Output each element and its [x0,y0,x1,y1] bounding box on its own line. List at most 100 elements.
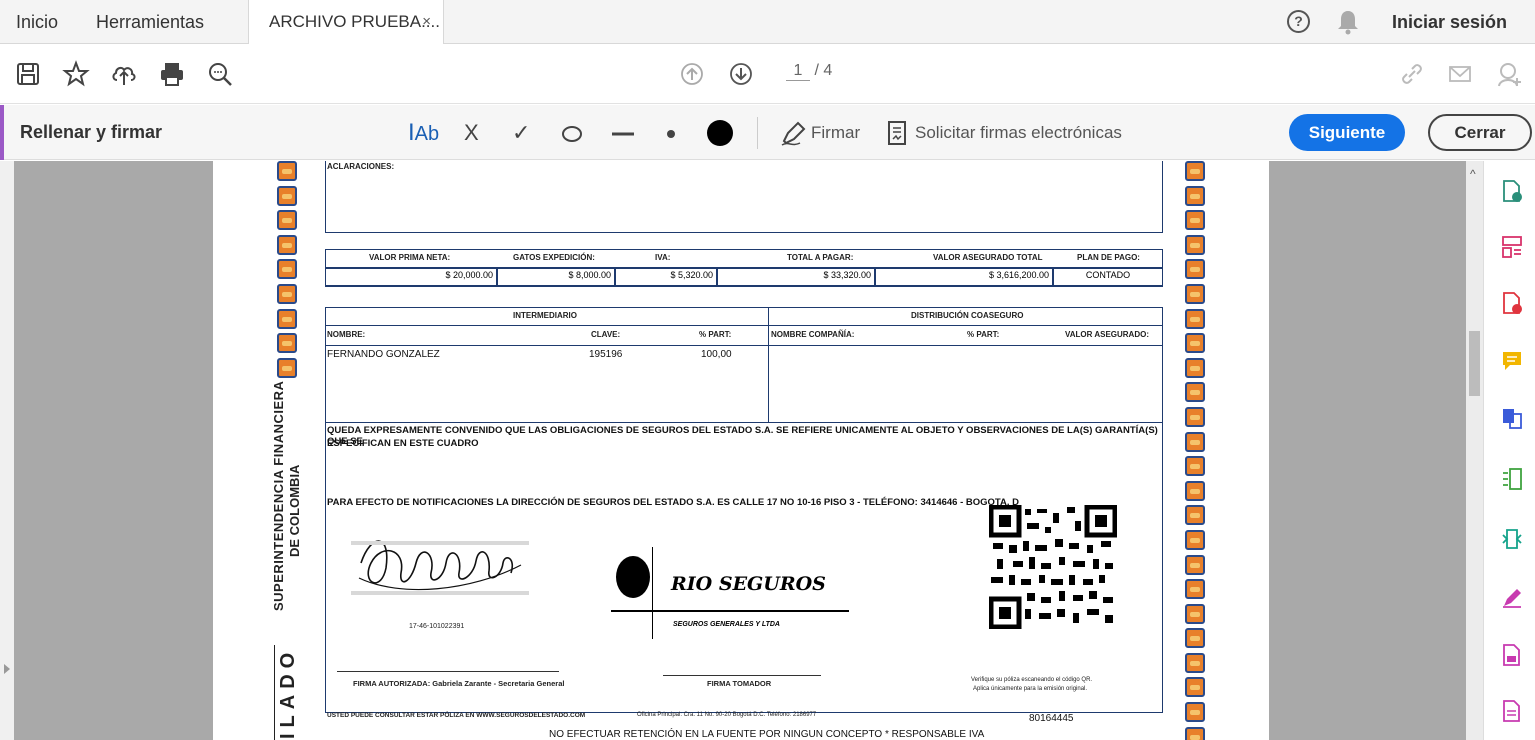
tab-document[interactable]: ARCHIVO PRUEBA.... × [248,0,444,45]
value-gastos: $ 8,000.00 [497,268,615,286]
small-dot-tool-icon[interactable] [664,119,678,147]
email-icon[interactable] [1446,60,1474,88]
add-user-icon[interactable] [1495,60,1523,88]
logo-horizontal-line [611,610,849,612]
scroll-up-icon[interactable]: ^ [1470,167,1476,181]
upload-cloud-icon[interactable] [110,60,138,88]
request-signatures-button[interactable]: Solicitar firmas electrónicas [915,105,1122,160]
previous-page-icon[interactable] [678,60,706,88]
save-icon[interactable] [14,60,42,88]
close-tab-icon[interactable]: × [422,0,431,44]
value-iva: $ 5,320.00 [615,268,717,286]
authorized-signature-line [337,671,559,672]
compress-pdf-icon[interactable] [1501,467,1523,491]
right-seal-strip [1185,161,1205,740]
tab-tools[interactable]: Herramientas [96,0,204,44]
export-pdf-icon[interactable] [1501,179,1523,203]
clave-label: CLAVE: [591,330,621,339]
footer-retention-note: NO EFECTUAR RETENCIÓN EN LA FUENTE POR N… [549,729,985,740]
more-tools-icon[interactable] [1501,699,1523,723]
combine-files-icon[interactable] [1501,407,1523,431]
zoom-icon[interactable] [206,60,234,88]
edit-pdf-icon[interactable] [1501,527,1523,551]
company-name: RIO SEGUROS [671,573,826,595]
toolbar: 1 / 4 [0,44,1535,104]
check-mark-tool[interactable]: ✓ [512,119,530,147]
aclaraciones-box [325,161,1163,233]
verify-qr-line-1: Verifique su póliza escaneando el código… [971,677,1093,683]
page-total: / 4 [814,62,833,79]
tab-bar: Inicio Herramientas ARCHIVO PRUEBA.... ×… [0,0,1535,45]
text-cursor-icon: I [408,119,415,146]
fill-sign-icon[interactable] [1501,585,1523,609]
firma-autorizada: FIRMA AUTORIZADA: Gabriela Zarante - Sec… [353,679,565,688]
handwritten-signature-icon [351,540,529,595]
header-iva: IVA: [655,253,671,262]
next-button[interactable]: Siguiente [1289,114,1405,151]
firma-tomador: FIRMA TOMADOR [707,679,772,688]
left-panel-toggle[interactable] [0,161,14,740]
signin-link[interactable]: Iniciar sesión [1392,0,1507,44]
coaseguro-header: DISTRIBUCIÓN COASEGURO [911,311,1024,320]
vertical-text-superintendencia: SUPERINTENDENCIA FINANCIERA [271,380,286,611]
notification-address: PARA EFECTO DE NOTIFICACIONES LA DIRECCI… [327,497,1020,508]
part-label: % PART: [699,330,732,339]
aclaraciones-label: ACLARACIONES: [327,162,395,171]
next-page-icon[interactable] [727,60,755,88]
send-for-review-icon[interactable] [1501,643,1523,667]
part2-label: % PART: [967,330,1000,339]
header-gastos: GATOS EXPEDICIÓN: [513,253,595,262]
vertical-text-colombia: DE COLOMBIA [287,464,302,557]
signature-code: 17-46-101022391 [409,623,465,630]
intermediario-clave: 195196 [589,349,623,360]
close-button[interactable]: Cerrar [1428,114,1532,151]
fill-sign-toolbar: Rellenar y firmar IAb X ✓ Firmar Solicit… [0,105,1535,160]
verify-qr-line-2: Aplica únicamente para la emisión origin… [973,686,1088,692]
circle-tool-icon[interactable] [560,119,584,147]
comment-icon[interactable] [1501,349,1523,373]
line-tool-icon[interactable] [610,119,636,147]
large-dot-tool-icon[interactable] [706,119,734,147]
clause-line-2: ESPECIFICAN EN ESTE CUADRO [327,438,479,449]
intermediario-name: FERNANDO GONZALEZ [327,349,440,360]
value-asegurado: $ 3,616,200.00 [875,268,1053,286]
expand-arrow-icon [4,664,10,674]
logo-vertical-line [652,547,653,639]
page-navigation: 1 / 4 [786,62,832,81]
right-tools-panel [1483,161,1535,740]
valor-asegurado-label: VALOR ASEGURADO: [1065,330,1149,339]
add-text-tool[interactable]: IAb [408,119,439,147]
request-signature-icon[interactable] [886,119,908,147]
organize-pages-icon[interactable] [1501,235,1523,259]
fill-sign-title: Rellenar y firmar [20,122,163,142]
header-prima-neta: VALOR PRIMA NETA: [369,253,451,262]
bell-icon[interactable] [1336,9,1360,35]
intermediario-row-line2 [325,345,1163,346]
value-plan: CONTADO [1053,268,1163,286]
toolbar-divider [757,117,758,149]
scroll-thumb[interactable] [1469,331,1480,396]
nombre-label: NOMBRE: [327,330,366,339]
header-total: TOTAL A PAGAR: [787,253,854,262]
print-icon[interactable] [158,60,186,88]
company-subtitle: SEGUROS GENERALES Y LTDA [673,621,780,628]
vertical-text-stamp: ILADO [277,646,299,739]
sign-button[interactable]: Firmar [811,105,860,160]
vertical-scrollbar[interactable]: ^ [1466,161,1483,740]
link-icon[interactable] [1398,60,1426,88]
qr-code-icon [989,505,1117,629]
page-number-input[interactable]: 1 [786,62,810,81]
intermediario-part: 100,00 [701,349,732,360]
tab-home[interactable]: Inicio [16,0,58,44]
intermediario-header: INTERMEDIARIO [513,311,577,320]
create-pdf-icon[interactable] [1501,291,1523,315]
help-icon[interactable]: ? [1287,10,1310,33]
value-total: $ 33,320.00 [717,268,875,286]
tomador-signature-line [663,675,821,676]
cross-mark-tool[interactable]: X [464,119,479,147]
accent-bar [0,105,4,160]
footer-website: USTED PUEDE CONSULTAR ESTAR PÓLIZA EN WW… [327,712,586,719]
bookmark-star-icon[interactable] [62,60,90,88]
sign-pen-icon[interactable] [780,119,808,147]
text-tool-label: Ab [414,123,440,145]
